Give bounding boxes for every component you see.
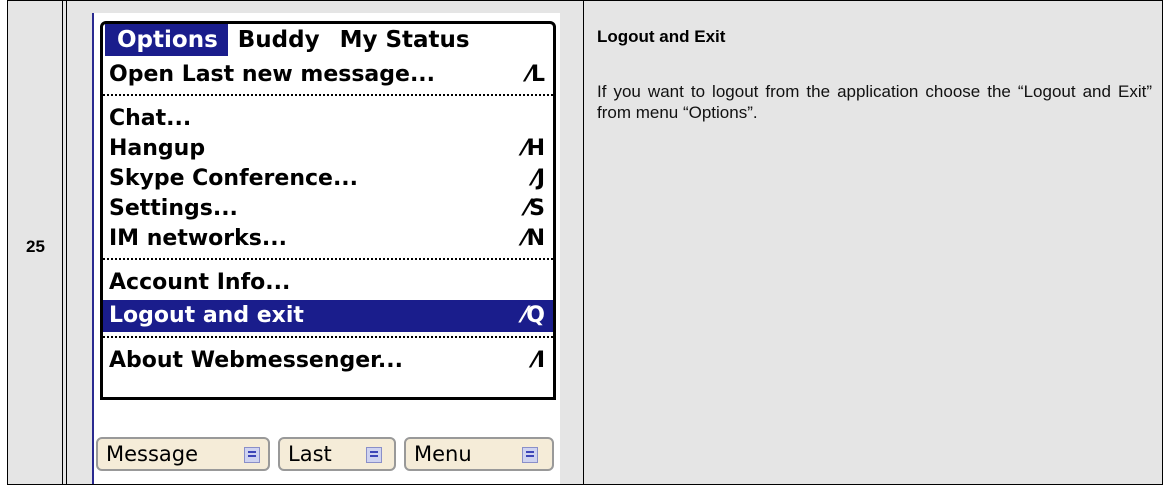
menu-item-label: Chat... (109, 106, 192, 131)
menu-item-about-webmessenger[interactable]: About Webmessenger... ⁄I (103, 346, 553, 376)
last-button[interactable]: Last (278, 437, 396, 471)
menu-item-open-last-message[interactable]: Open Last new message... ⁄L (103, 60, 553, 90)
screenshot-cell: Options Buddy My Status Open Last new me… (67, 1, 584, 484)
menu-item-shortcut: ⁄S (525, 196, 545, 221)
menu-bar: Options Buddy My Status (100, 21, 556, 59)
menu-item-im-networks[interactable]: IM networks... ⁄N (103, 224, 553, 254)
menu-item-label: Open Last new message... (109, 62, 436, 87)
menu-item-logout-and-exit[interactable]: Logout and exit ⁄Q (103, 300, 553, 332)
row-number-cell: 25 (8, 1, 63, 484)
menu-item-shortcut: ⁄J (533, 166, 545, 191)
menu-buddy[interactable]: Buddy (228, 24, 330, 56)
menu-item-label: Account Info... (109, 270, 291, 295)
menu-button[interactable]: Menu (404, 437, 554, 471)
menu-separator (103, 94, 553, 96)
step-description: If you want to logout from the applicati… (597, 82, 1152, 122)
button-label: Menu (414, 442, 472, 466)
row-number: 25 (26, 237, 45, 256)
menu-separator (103, 336, 553, 338)
menu-item-shortcut: ⁄I (533, 348, 545, 373)
description-cell: Logout and Exit If you want to logout fr… (584, 1, 1162, 484)
options-dropdown-menu: Open Last new message... ⁄L Chat... Hang… (100, 56, 556, 400)
menu-item-label: Hangup (109, 136, 206, 161)
button-label: Last (288, 442, 332, 466)
menu-item-label: Skype Conference... (109, 166, 359, 191)
message-button[interactable]: Message (96, 437, 270, 471)
menu-my-status[interactable]: My Status (330, 24, 480, 56)
menu-item-account-info[interactable]: Account Info... (103, 268, 553, 298)
menu-item-shortcut: ⁄L (527, 62, 545, 87)
menu-options[interactable]: Options (105, 24, 228, 56)
instruction-table-row: 25 Options Buddy My Status Open Last new… (7, 0, 1163, 485)
menu-item-label: Settings... (109, 196, 238, 221)
menu-item-label: About Webmessenger... (109, 348, 403, 373)
menu-item-label: IM networks... (109, 226, 287, 251)
menu-item-settings[interactable]: Settings... ⁄S (103, 194, 553, 224)
menu-item-shortcut: ⁄N (522, 226, 545, 251)
menu-icon (522, 447, 538, 463)
menu-item-label: Logout and exit (109, 303, 304, 328)
menu-item-shortcut: ⁄Q (522, 303, 545, 328)
menu-item-chat[interactable]: Chat... (103, 104, 553, 134)
message-list-icon (244, 447, 260, 463)
palm-device-screen: Options Buddy My Status Open Last new me… (92, 13, 560, 484)
menu-separator (103, 258, 553, 260)
button-label: Message (106, 442, 199, 466)
step-title: Logout and Exit (597, 27, 726, 46)
bottom-button-bar: Message Last Menu (94, 437, 560, 473)
last-message-icon (366, 447, 382, 463)
menu-item-hangup[interactable]: Hangup ⁄H (103, 134, 553, 164)
menu-item-shortcut: ⁄H (522, 136, 545, 161)
menu-item-skype-conference[interactable]: Skype Conference... ⁄J (103, 164, 553, 194)
